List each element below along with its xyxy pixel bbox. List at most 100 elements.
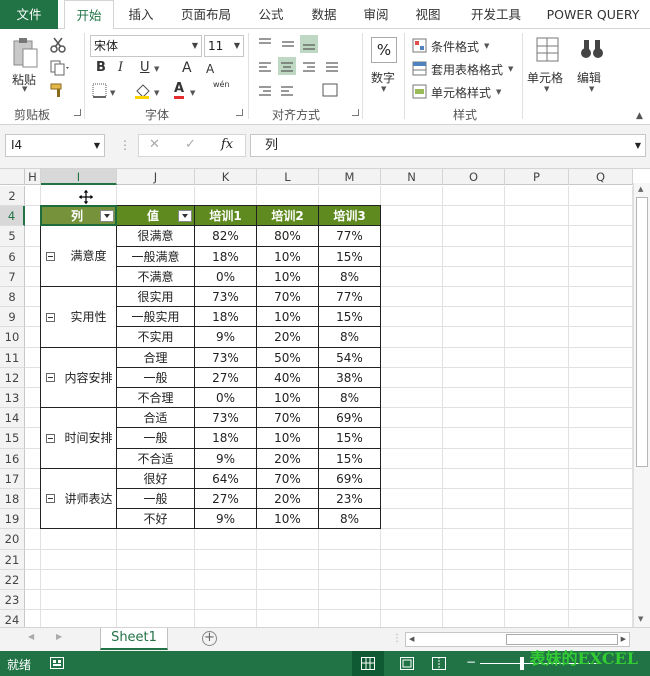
row-header[interactable]: 16: [0, 449, 25, 469]
pivot-item-label[interactable]: 合适: [117, 408, 195, 428]
pivot-value-cell[interactable]: 69%: [319, 408, 381, 428]
scroll-down-icon[interactable]: ▼: [638, 615, 643, 623]
pivot-value-cell[interactable]: 18%: [195, 428, 257, 449]
pivot-item-label[interactable]: 很满意: [117, 226, 195, 247]
underline-button[interactable]: U: [140, 60, 150, 75]
shrink-font-button[interactable]: A: [206, 62, 214, 76]
column-header[interactable]: J: [117, 169, 195, 185]
pivot-value-cell[interactable]: 10%: [257, 267, 319, 287]
row-header[interactable]: 21: [0, 550, 25, 570]
format-painter-icon[interactable]: [50, 82, 66, 98]
tab-power-query[interactable]: POWER QUERY: [543, 0, 643, 29]
pivot-item-label[interactable]: 一般: [117, 489, 195, 509]
row-header[interactable]: 19: [0, 509, 25, 529]
collapse-icon[interactable]: [46, 373, 55, 382]
pivot-header-cell[interactable]: 培训2: [257, 206, 319, 226]
cells-button[interactable]: 单元格 ▼: [526, 35, 570, 101]
pivot-value-cell[interactable]: 70%: [257, 287, 319, 307]
pivot-value-cell[interactable]: 15%: [319, 449, 381, 469]
pivot-value-cell[interactable]: 18%: [195, 247, 257, 267]
pivot-header-cell[interactable]: 培训3: [319, 206, 381, 226]
row-header[interactable]: 4: [0, 206, 25, 226]
row-header[interactable]: 13: [0, 388, 25, 408]
pivot-value-cell[interactable]: 10%: [257, 307, 319, 327]
pivot-value-cell[interactable]: 0%: [195, 267, 257, 287]
pivot-value-cell[interactable]: 10%: [257, 428, 319, 449]
pivot-group-label[interactable]: 讲师表达: [41, 469, 117, 529]
pivot-value-cell[interactable]: 23%: [319, 489, 381, 509]
pivot-value-cell[interactable]: 40%: [257, 368, 319, 388]
alignment-buttons-icon[interactable]: [256, 35, 346, 107]
worksheet-grid[interactable]: HIJKLMNOPQ 2 4 5 6 7 8 9 10 11 12 13 14 15 16 17 18 19 20…: [0, 169, 650, 630]
font-color-button[interactable]: A: [174, 82, 185, 99]
clipboard-launcher-icon[interactable]: [74, 109, 81, 116]
tab-page-layout[interactable]: 页面布局: [173, 0, 239, 29]
font-name-combo[interactable]: 宋体 ▼: [90, 35, 202, 57]
conditional-format-button[interactable]: 条件格式 ▼: [410, 37, 520, 55]
paste-button[interactable]: 粘贴 ▼: [8, 35, 46, 95]
pivot-value-cell[interactable]: 20%: [257, 489, 319, 509]
normal-view-button[interactable]: [352, 651, 384, 676]
column-header[interactable]: Q: [569, 169, 633, 185]
pivot-group-label[interactable]: 实用性: [41, 287, 117, 348]
row-header[interactable]: 2: [0, 186, 25, 206]
column-header[interactable]: N: [381, 169, 443, 185]
pivot-group-label[interactable]: 时间安排: [41, 408, 117, 469]
pivot-item-label[interactable]: 合理: [117, 348, 195, 368]
pivot-header-cell[interactable]: 培训1: [195, 206, 257, 226]
pivot-item-label[interactable]: 不实用: [117, 327, 195, 348]
pivot-value-cell[interactable]: 9%: [195, 449, 257, 469]
column-header[interactable]: I: [41, 169, 117, 185]
row-header[interactable]: 14: [0, 408, 25, 428]
format-as-table-button[interactable]: 套用表格格式 ▼: [410, 60, 520, 78]
next-sheet-icon[interactable]: ▶: [56, 632, 62, 641]
column-header[interactable]: H: [25, 169, 41, 185]
font-size-combo[interactable]: 11 ▼: [204, 35, 244, 57]
row-header[interactable]: 12: [0, 368, 25, 388]
pivot-item-label[interactable]: 不满意: [117, 267, 195, 287]
row-header[interactable]: 10: [0, 327, 25, 348]
column-header[interactable]: L: [257, 169, 319, 185]
pivot-item-label[interactable]: 一般满意: [117, 247, 195, 267]
tab-review[interactable]: 审阅: [355, 0, 397, 29]
pivot-value-cell[interactable]: 73%: [195, 408, 257, 428]
chevron-down-icon[interactable]: ▼: [234, 36, 240, 56]
scroll-left-icon[interactable]: ◀: [409, 635, 414, 643]
pivot-value-cell[interactable]: 27%: [195, 489, 257, 509]
pivot-value-cell[interactable]: 77%: [319, 226, 381, 247]
copy-icon[interactable]: [50, 60, 70, 76]
chevron-down-icon[interactable]: ▼: [94, 135, 100, 156]
pivot-item-label[interactable]: 一般: [117, 428, 195, 449]
cell-styles-button[interactable]: 单元格样式 ▼: [410, 83, 520, 101]
insert-function-icon[interactable]: fx: [221, 137, 233, 152]
pivot-value-cell[interactable]: 15%: [319, 307, 381, 327]
tab-developer[interactable]: 开发工具: [463, 0, 529, 29]
pivot-value-cell[interactable]: 27%: [195, 368, 257, 388]
enter-icon[interactable]: ✓: [185, 137, 196, 152]
cancel-icon[interactable]: ✕: [149, 137, 160, 152]
italic-button[interactable]: I: [118, 60, 123, 75]
scroll-up-icon[interactable]: ▲: [638, 185, 643, 193]
editing-button[interactable]: 编辑 ▼: [574, 35, 610, 101]
pivot-value-cell[interactable]: 8%: [319, 267, 381, 287]
font-launcher-icon[interactable]: [236, 109, 243, 116]
vertical-scrollbar[interactable]: ▲ ▼: [633, 183, 650, 627]
tab-formulas[interactable]: 公式: [250, 0, 292, 29]
row-header[interactable]: 8: [0, 287, 25, 307]
row-header[interactable]: 17: [0, 469, 25, 489]
pivot-value-cell[interactable]: 64%: [195, 469, 257, 489]
collapse-icon[interactable]: [46, 494, 55, 503]
pivot-value-cell[interactable]: 69%: [319, 469, 381, 489]
pivot-item-label[interactable]: 很好: [117, 469, 195, 489]
pivot-value-cell[interactable]: 10%: [257, 509, 319, 529]
scroll-right-icon[interactable]: ▶: [621, 635, 626, 643]
pivot-value-cell[interactable]: 20%: [257, 327, 319, 348]
pivot-value-cell[interactable]: 73%: [195, 287, 257, 307]
row-header[interactable]: 23: [0, 590, 25, 610]
collapse-icon[interactable]: [46, 433, 55, 443]
bold-button[interactable]: B: [96, 60, 106, 75]
pivot-item-label[interactable]: 一般实用: [117, 307, 195, 327]
row-header[interactable]: 7: [0, 267, 25, 287]
row-header[interactable]: 20: [0, 529, 25, 550]
formula-input[interactable]: 列 ▼: [250, 134, 646, 157]
